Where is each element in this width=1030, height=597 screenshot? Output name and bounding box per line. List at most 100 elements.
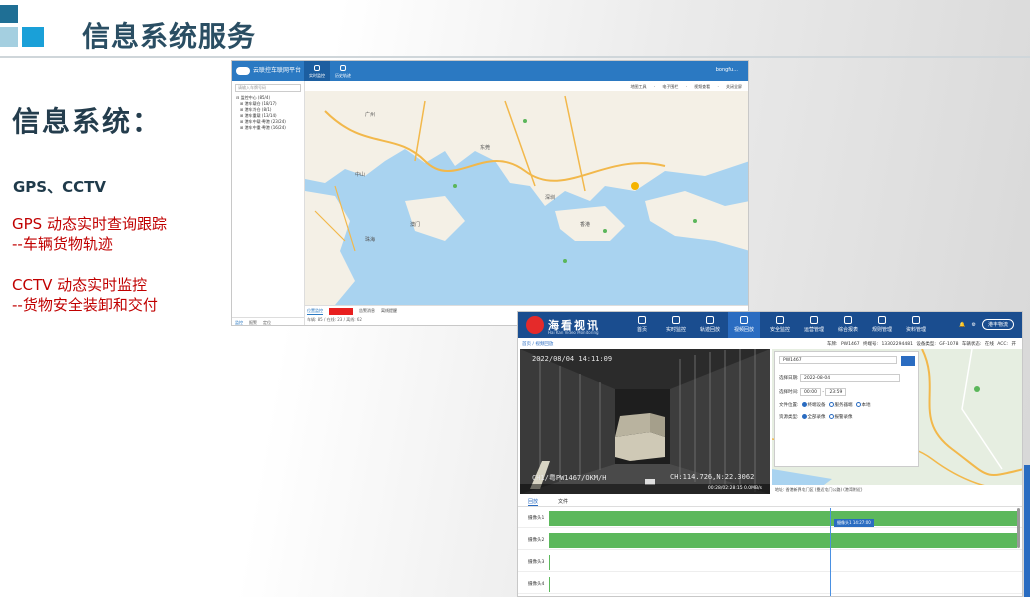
nav-realtime[interactable]: 实时监控 <box>304 61 330 81</box>
nav-track[interactable]: 轨迹回放 <box>694 312 726 338</box>
plate-input[interactable]: PW1467 <box>779 356 897 364</box>
monitor-icon <box>672 316 680 324</box>
route-icon <box>706 316 714 324</box>
video-topbar: 海看视讯 Hai Kan Video Monitoring 首页 实时监控 轨迹… <box>518 312 1022 338</box>
chart-icon <box>810 316 818 324</box>
timeline-tabs: 回放 文件 <box>518 495 1022 507</box>
gps-line-2: --车辆货物轨迹 <box>12 235 113 253</box>
vehicle-marker[interactable] <box>631 182 639 190</box>
recording-bar[interactable] <box>549 577 550 592</box>
timeline-tooltip: 摄像头1 14:27:00 <box>834 519 874 527</box>
gear-icon[interactable]: ⚙ <box>972 322 976 328</box>
logo-square <box>22 27 44 47</box>
document-icon <box>844 316 852 324</box>
map-label: 中山 <box>355 171 365 178</box>
company-menu[interactable]: 港丰物流 <box>981 319 1014 330</box>
nav-playback[interactable]: 视频回放 <box>728 312 760 338</box>
gps-line-1: GPS 动态实时查询跟踪 <box>12 215 167 233</box>
map-view[interactable]: 东莞 深圳 香港 澳门 珠海 中山 广州 <box>305 91 748 305</box>
time-label: 选择时间: <box>779 390 799 395</box>
breadcrumb[interactable]: 首页 / 视频回放 <box>522 341 553 347</box>
search-button[interactable] <box>901 356 915 366</box>
timeline-row: 摄像头3 <box>518 552 1022 572</box>
channel-label: 摄像头2 <box>528 538 545 543</box>
radio-button[interactable] <box>828 402 834 407</box>
bottom-tab[interactable]: 报警 <box>329 308 353 315</box>
nav-history[interactable]: 历史轨迹 <box>330 61 356 81</box>
nav-rules[interactable]: 规则管理 <box>866 312 898 338</box>
subheading: GPS、CCTV <box>13 178 106 196</box>
map-label: 香港 <box>580 221 590 228</box>
cloud-logo-icon <box>236 66 250 75</box>
radio-button[interactable] <box>828 414 834 419</box>
video-player[interactable]: 2022/08/04 14:11:09 CH1/粤PW1467/OKM/H CH… <box>520 349 770 494</box>
map-label: 广州 <box>365 111 375 118</box>
nav-home[interactable]: 首页 <box>626 312 658 338</box>
nav-realtime[interactable]: 实时监控 <box>660 312 692 338</box>
channel-label: 摄像头3 <box>528 560 545 565</box>
nav-operation[interactable]: 运营管理 <box>798 312 830 338</box>
map-toolbar[interactable]: 地图工具 · 电子围栏 · 视频查看 · 关闭全屏 <box>305 81 748 91</box>
nav-data[interactable]: 资料管理 <box>900 312 932 338</box>
nav-security[interactable]: 安全监控 <box>764 312 796 338</box>
map-label: 澳门 <box>410 221 420 228</box>
gps-platform-screenshot: 云联控车联网平台 实时监控 历史轨迹 bongfu... 请输入车牌号码 ⊟ 监… <box>231 60 749 326</box>
section-heading: 信息系统： <box>12 105 163 138</box>
video-icon <box>740 316 748 324</box>
timeline-row: 摄像头1 <box>518 508 1022 528</box>
history-icon <box>340 65 346 71</box>
playback-timeline[interactable]: 摄像头1 摄像头2 摄像头3 摄像头4 <box>518 508 1022 596</box>
sidebar-tab[interactable]: 定位 <box>263 320 271 325</box>
tab-playback[interactable]: 回放 <box>528 498 539 506</box>
recording-bar[interactable] <box>549 511 1017 526</box>
time-to[interactable]: 23:59 <box>825 388 847 396</box>
vehicle-sidebar: 请输入车牌号码 ⊟ 监控中心 (85/4) ⊞ 港车载仓 (18/17) ⊞ 港… <box>232 81 305 325</box>
scrollbar[interactable] <box>1017 508 1020 548</box>
channel-label: 摄像头1 <box>528 516 545 521</box>
nav-reports[interactable]: 综合报表 <box>832 312 864 338</box>
cctv-platform-screenshot: 海看视讯 Hai Kan Video Monitoring 首页 实时监控 轨迹… <box>517 311 1023 597</box>
radio-button[interactable] <box>855 402 861 407</box>
home-icon <box>638 316 646 324</box>
logo-square <box>0 27 18 47</box>
location-label: 文件位置: <box>779 403 799 408</box>
radio-button[interactable] <box>801 414 807 419</box>
rules-icon <box>878 316 886 324</box>
date-picker[interactable]: 2022-08-04 <box>799 374 900 382</box>
bottom-tab[interactable]: 位置监控 <box>307 308 323 315</box>
search-input[interactable]: 请输入车牌号码 <box>235 84 301 92</box>
slide-title: 信息系统服务 <box>82 20 257 53</box>
type-label: 资源类型: <box>779 415 799 420</box>
database-icon <box>912 316 920 324</box>
playback-panel: PW1467 选择日期: 2022-08-04 选择时间: 00:00 - 23… <box>772 349 1022 494</box>
radio-button[interactable] <box>801 402 807 407</box>
tree-item[interactable]: ⊞ 港车中重·粤港 (16/24) <box>236 125 286 131</box>
sidebar-tab[interactable]: 监控 <box>235 320 243 325</box>
video-brand-sub: Hai Kan Video Monitoring <box>548 330 599 335</box>
logo-square <box>0 5 18 23</box>
user-menu[interactable]: bongfu... <box>716 67 738 73</box>
map-label: 珠海 <box>365 236 375 243</box>
recording-bar[interactable] <box>549 533 1017 548</box>
location-icon <box>314 65 320 71</box>
vehicle-infobar: 首页 / 视频回放 车牌: PW1467 终端号: 13302294481 设备… <box>518 338 1022 348</box>
bottom-tab[interactable]: 告警消息 <box>359 308 375 315</box>
map-canvas: 东莞 深圳 香港 澳门 珠海 中山 广州 <box>305 91 748 305</box>
sidebar-tab[interactable]: 报警 <box>249 320 257 325</box>
playback-cursor[interactable] <box>830 508 831 596</box>
osd-timestamp: 2022/08/04 14:11:09 <box>532 355 613 363</box>
title-divider <box>0 56 1030 58</box>
recording-bar[interactable] <box>549 555 550 570</box>
timeline-row: 摄像头4 <box>518 574 1022 594</box>
shield-icon <box>776 316 784 324</box>
edge-accent <box>1024 465 1030 597</box>
bell-icon[interactable]: 🔔 <box>959 322 965 328</box>
vehicle-tree: ⊟ 监控中心 (85/4) ⊞ 港车载仓 (18/17) ⊞ 港车冷仓 (8/1… <box>236 95 286 131</box>
tab-files[interactable]: 文件 <box>558 498 568 505</box>
timeline-row: 摄像头2 <box>518 530 1022 550</box>
bottom-tab[interactable]: 离线提醒 <box>381 308 397 315</box>
map-label: 东莞 <box>480 144 490 151</box>
date-label: 选择日期: <box>779 376 799 381</box>
time-from[interactable]: 00:00 <box>799 388 821 396</box>
osd-coords: CH:114.726,N:22.3062 <box>670 473 755 481</box>
